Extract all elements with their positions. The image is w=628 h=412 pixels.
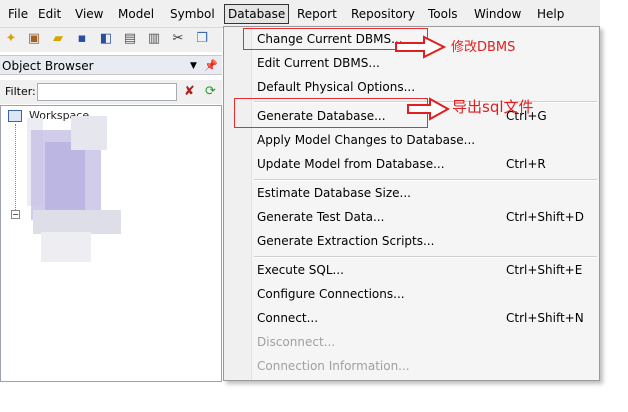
cut-icon[interactable]: ✂ bbox=[170, 31, 186, 47]
menu-item-edit-dbms[interactable]: Edit Current DBMS... bbox=[257, 53, 380, 73]
filter-label: Filter: bbox=[5, 85, 36, 98]
save-all-icon[interactable]: ◧ bbox=[98, 31, 114, 47]
chevron-down-icon[interactable]: ▼ bbox=[190, 58, 197, 74]
object-tree[interactable]: Workspace − bbox=[0, 105, 222, 382]
save-icon[interactable]: ▪ bbox=[74, 31, 90, 47]
menu-separator bbox=[254, 179, 597, 181]
menu-item-estimate-size[interactable]: Estimate Database Size... bbox=[257, 183, 411, 203]
menu-help[interactable]: Help bbox=[534, 5, 567, 23]
object-browser-title: Object Browser bbox=[2, 59, 94, 73]
menu-tools[interactable]: Tools bbox=[425, 5, 461, 23]
menu-model[interactable]: Model bbox=[115, 5, 157, 23]
red-arrow-icon bbox=[395, 35, 447, 59]
menu-item-disconnect: Disconnect... bbox=[257, 335, 336, 349]
shortcut-connect: Ctrl+Shift+N bbox=[506, 311, 584, 325]
menu-item-generate-extraction-scripts[interactable]: Generate Extraction Scripts... bbox=[257, 231, 434, 251]
menu-view[interactable]: View bbox=[72, 5, 106, 23]
menu-item-generate-test-data[interactable]: Generate Test Data... bbox=[257, 207, 384, 227]
menu-item-configure-connections[interactable]: Configure Connections... bbox=[257, 284, 405, 304]
print-preview-icon[interactable]: ▤ bbox=[122, 31, 138, 47]
menu-gutter bbox=[224, 27, 252, 380]
highlight-box-generate-database bbox=[234, 98, 428, 128]
menu-item-default-physical-options[interactable]: Default Physical Options... bbox=[257, 77, 415, 97]
tree-connector bbox=[15, 124, 16, 214]
menu-item-update-model[interactable]: Update Model from Database... bbox=[257, 154, 445, 174]
workspace-icon bbox=[8, 110, 22, 122]
menu-symbol[interactable]: Symbol bbox=[167, 5, 218, 23]
menu-item-apply-model-changes[interactable]: Apply Model Changes to Database... bbox=[257, 130, 475, 150]
new-icon[interactable]: ✦ bbox=[3, 31, 19, 47]
menu-repository[interactable]: Repository bbox=[348, 5, 418, 23]
database-menu: Change Current DBMS... Edit Current DBMS… bbox=[223, 26, 600, 381]
blurred-content bbox=[33, 210, 121, 234]
menu-file[interactable]: File bbox=[5, 5, 31, 23]
menu-report[interactable]: Report bbox=[294, 5, 340, 23]
menu-item-connect[interactable]: Connect... bbox=[257, 308, 318, 328]
menu-window[interactable]: Window bbox=[471, 5, 524, 23]
open-icon[interactable]: ▰ bbox=[50, 31, 66, 47]
blurred-content bbox=[71, 116, 107, 150]
clear-filter-icon[interactable]: ✘ bbox=[184, 84, 195, 100]
menu-separator bbox=[254, 256, 597, 258]
menu-item-connection-information: Connection Information... bbox=[257, 359, 410, 373]
shortcut-update-model: Ctrl+R bbox=[506, 157, 546, 171]
toolbar: ✦ ▣ ▰ ▪ ◧ ▤ ▥ ✂ ❐ bbox=[0, 28, 222, 52]
copy-icon[interactable]: ❐ bbox=[194, 31, 210, 47]
annotation-change-dbms: 修改DBMS bbox=[451, 40, 516, 55]
pin-icon[interactable]: 📌 bbox=[204, 58, 218, 74]
package-icon[interactable]: ▣ bbox=[26, 31, 42, 47]
menu-database[interactable]: Database bbox=[224, 4, 290, 24]
print-icon[interactable]: ▥ bbox=[146, 31, 162, 47]
red-arrow-icon bbox=[407, 97, 451, 121]
menu-item-execute-sql[interactable]: Execute SQL... bbox=[257, 260, 344, 280]
shortcut-execute-sql: Ctrl+Shift+E bbox=[506, 263, 583, 277]
refresh-icon[interactable]: ⟳ bbox=[205, 84, 216, 100]
filter-row: Filter: ✘ ⟳ bbox=[0, 80, 222, 104]
object-browser-header: Object Browser ▼ 📌 bbox=[0, 55, 222, 75]
filter-input[interactable] bbox=[37, 83, 177, 101]
blurred-content bbox=[41, 232, 91, 262]
tree-expander-icon[interactable]: − bbox=[11, 210, 20, 219]
menu-edit[interactable]: Edit bbox=[35, 5, 64, 23]
menu-bar: File Edit View Model Symbol Database Rep… bbox=[0, 0, 600, 28]
shortcut-generate-test-data: Ctrl+Shift+D bbox=[506, 210, 584, 224]
annotation-generate-database: 导出sql文件 bbox=[452, 98, 534, 116]
blurred-content bbox=[45, 142, 85, 212]
